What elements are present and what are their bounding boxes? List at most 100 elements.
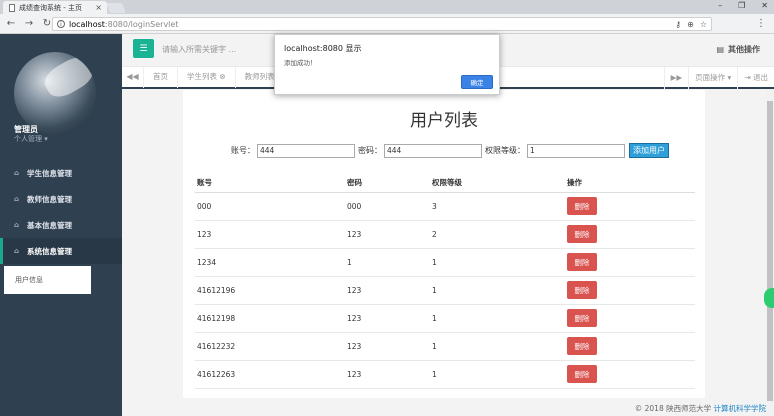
sidebar-item-label: 教师信息管理 [27, 194, 72, 204]
menu-toggle-button[interactable]: ☰ [133, 39, 154, 58]
cell-level: 2 [430, 220, 565, 249]
sidebar-item-system-info[interactable]: ⌂ 系统信息管理 [0, 238, 122, 264]
star-icon[interactable]: ☆ [700, 18, 707, 31]
dialog-message: 添加成功！ [284, 59, 317, 67]
url-host: localhost [69, 19, 105, 29]
url-field[interactable]: i localhost:8080/loginServlet ⚷ ⊕ ☆ [52, 17, 712, 31]
tab-student-list[interactable]: 学生列表 ⊗ [178, 66, 236, 88]
browser-tab-bar: 成绩查询系统 - 主页 × – ❐ ✕ [0, 0, 774, 14]
zoom-icon[interactable]: ⊕ [687, 18, 694, 31]
more-operations-button[interactable]: ▤ 其他操作 [716, 44, 760, 55]
cell-account: 123 [195, 220, 345, 249]
close-icon[interactable]: × [95, 3, 102, 12]
url-path: :8080/loginServlet [104, 19, 179, 29]
table-row: 000 000 3 删除 [195, 192, 695, 221]
address-bar-row: ← → ↻ i localhost:8080/loginServlet ⚷ ⊕ … [0, 14, 774, 34]
info-icon[interactable]: i [57, 20, 65, 28]
cell-account: 41612232 [195, 332, 345, 361]
table-row: 41612198 123 1 删除 [195, 304, 695, 333]
cell-level: 3 [430, 192, 565, 221]
tabs-scroll-left-icon[interactable]: ◀◀ [122, 66, 144, 88]
minimize-icon[interactable]: – [718, 1, 722, 10]
sidebar-item-label: 学生信息管理 [27, 168, 72, 178]
cell-level: 1 [430, 304, 565, 333]
user-role-dropdown[interactable]: 个人管理 ▾ [14, 134, 48, 144]
table-row: 41612196 123 1 删除 [195, 276, 695, 305]
cell-password: 123 [345, 332, 430, 361]
cell-action: 删除 [565, 332, 695, 361]
scrollbar[interactable] [766, 89, 774, 416]
key-icon[interactable]: ⚷ [675, 18, 681, 31]
alert-dialog: localhost:8080 显示 添加成功！ 确定 [274, 34, 500, 95]
home-icon: ⌂ [14, 247, 20, 255]
delete-button[interactable]: 删除 [567, 309, 597, 327]
table-row: 41612263 123 1 删除 [195, 360, 695, 389]
cell-action: 删除 [565, 248, 695, 277]
password-input[interactable] [384, 143, 482, 158]
cell-level: 1 [430, 248, 565, 277]
cell-password: 000 [345, 192, 430, 221]
cell-action: 删除 [565, 360, 695, 389]
page-operations-dropdown[interactable]: 页面操作 ▾ [688, 67, 737, 89]
footer: © 2018 陕西师范大学 计算机科学学院 [635, 403, 766, 414]
scrollbar-thumb[interactable] [767, 101, 773, 401]
column-header-level: 权限等级 [430, 174, 565, 193]
column-header-password: 密码 [345, 174, 430, 193]
cell-account: 41612263 [195, 360, 345, 389]
list-icon: ▤ [716, 45, 724, 54]
cell-account: 41612198 [195, 304, 345, 333]
password-label: 密码： [358, 146, 382, 155]
browser-tab[interactable]: 成绩查询系统 - 主页 × [3, 1, 107, 14]
window-close-icon[interactable]: ✕ [761, 1, 768, 10]
cell-action: 删除 [565, 276, 695, 305]
user-list-panel: 用户列表 账号： 密码： 权限等级： 添加用户 账号 密码 权限等级 操作 00… [183, 90, 705, 398]
back-icon[interactable]: ← [4, 18, 18, 29]
level-input[interactable] [527, 143, 625, 158]
home-icon: ⌂ [14, 221, 20, 229]
hamburger-icon: ☰ [139, 43, 148, 54]
browser-menu-icon[interactable]: ⋮ [756, 18, 766, 29]
sidebar-item-student-info[interactable]: ⌂ 学生信息管理 [0, 160, 122, 186]
avatar[interactable] [14, 52, 96, 134]
tabs-scroll-right-icon[interactable]: ▶▶ [663, 67, 689, 89]
column-header-account: 账号 [195, 174, 345, 193]
dialog-title: localhost:8080 显示 [284, 44, 362, 53]
cell-password: 1 [345, 248, 430, 277]
forward-icon[interactable]: → [22, 18, 36, 29]
table-row: 123 123 2 删除 [195, 220, 695, 249]
level-label: 权限等级： [485, 146, 525, 155]
delete-button[interactable]: 删除 [567, 337, 597, 355]
floating-badge[interactable] [764, 288, 774, 308]
delete-button[interactable]: 删除 [567, 253, 597, 271]
footer-link[interactable]: 计算机科学学院 [714, 404, 767, 413]
exit-button[interactable]: ⇥ 退出 [737, 67, 774, 89]
new-tab-button[interactable] [106, 3, 126, 13]
cell-account: 000 [195, 192, 345, 221]
cell-action: 删除 [565, 192, 695, 221]
account-input[interactable] [257, 143, 355, 158]
home-icon: ⌂ [14, 169, 20, 177]
column-header-action: 操作 [565, 174, 695, 193]
sidebar-item-basic-info[interactable]: ⌂ 基本信息管理 [0, 212, 122, 238]
delete-button[interactable]: 删除 [567, 281, 597, 299]
cell-password: 123 [345, 304, 430, 333]
sidebar-subitem-user-info[interactable]: 用户信息 [4, 266, 91, 294]
dialog-ok-button[interactable]: 确定 [461, 75, 493, 89]
cell-level: 1 [430, 360, 565, 389]
maximize-icon[interactable]: ❐ [738, 1, 745, 10]
delete-button[interactable]: 删除 [567, 225, 597, 243]
browser-tab-title: 成绩查询系统 - 主页 [19, 3, 82, 12]
side-menu: ⌂ 学生信息管理 ⌂ 教师信息管理 ⌂ 基本信息管理 ⌂ 系统信息管理 [0, 160, 122, 264]
sidebar-item-label: 基本信息管理 [27, 220, 72, 230]
delete-button[interactable]: 删除 [567, 365, 597, 383]
table-row: 41612232 123 1 删除 [195, 332, 695, 361]
page-title: 用户列表 [410, 111, 478, 131]
delete-button[interactable]: 删除 [567, 197, 597, 215]
add-user-button[interactable]: 添加用户 [629, 143, 669, 158]
tab-home[interactable]: 首页 [144, 66, 178, 88]
cell-password: 123 [345, 360, 430, 389]
more-operations-label: 其他操作 [728, 45, 760, 54]
window-controls: – ❐ ✕ [718, 1, 768, 10]
sidebar-item-teacher-info[interactable]: ⌂ 教师信息管理 [0, 186, 122, 212]
cell-action: 删除 [565, 304, 695, 333]
